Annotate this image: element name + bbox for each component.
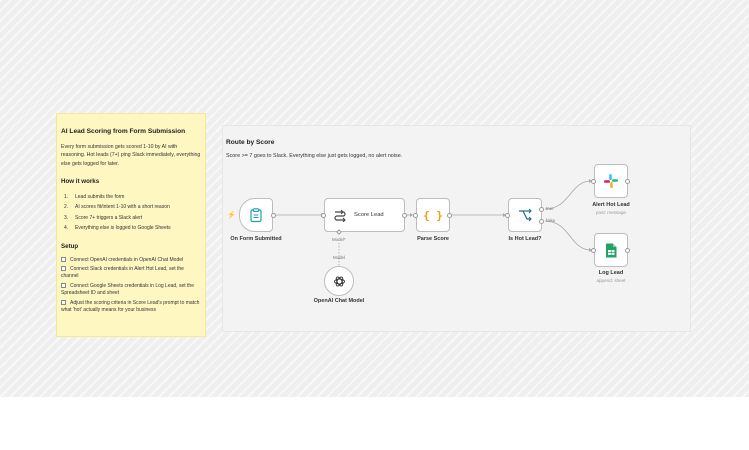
output-port-true[interactable] [539, 206, 544, 212]
model-port-label: Model* [332, 237, 346, 242]
node-alert-hot-lead[interactable] [594, 164, 628, 198]
node-parse-score[interactable]: { } [416, 198, 450, 232]
node-label: Score Lead [354, 212, 384, 218]
node-label: Is Hot Lead? [508, 236, 542, 242]
true-branch-label: true [546, 205, 554, 211]
node-label: OpenAI Chat Model [313, 298, 365, 304]
node-label: On Form Submitted [230, 236, 282, 242]
node-label: Log Lead [598, 270, 624, 276]
node-subtitle: post: message [596, 209, 626, 215]
edge-if-log [544, 220, 592, 251]
node-on-form-submitted[interactable] [239, 198, 273, 232]
output-port[interactable] [402, 212, 407, 218]
branch-icon [519, 208, 532, 222]
input-port[interactable] [591, 247, 596, 253]
node-log-lead[interactable] [594, 233, 628, 267]
model-connection-label: Model [333, 255, 345, 260]
input-port[interactable] [321, 212, 326, 218]
clipboard-icon [250, 208, 262, 223]
output-port-false[interactable] [539, 218, 544, 224]
node-is-hot-lead[interactable] [508, 198, 542, 232]
node-label: Alert Hot Lead [592, 202, 630, 208]
false-branch-label: false [546, 217, 556, 223]
google-sheets-icon [606, 243, 617, 257]
workflow-canvas[interactable]: AI Lead Scoring from Form Submission Eve… [0, 0, 749, 397]
braces-icon: { } [423, 208, 443, 222]
node-score-lead[interactable]: Score Lead [324, 198, 405, 232]
output-port[interactable] [625, 247, 630, 253]
trigger-bolt-icon: ⚡ [227, 212, 236, 219]
output-port[interactable] [625, 178, 630, 184]
input-port[interactable] [591, 178, 596, 184]
output-port[interactable] [447, 212, 452, 218]
input-port[interactable] [413, 212, 418, 218]
openai-icon [333, 276, 345, 286]
node-subtitle: append: sheet [596, 278, 626, 283]
node-label: Parse Score [417, 236, 449, 242]
output-port[interactable] [271, 212, 276, 218]
slack-icon [604, 174, 618, 188]
chain-icon [334, 209, 346, 222]
node-openai-chat-model[interactable] [324, 266, 354, 296]
input-port[interactable] [505, 212, 510, 218]
